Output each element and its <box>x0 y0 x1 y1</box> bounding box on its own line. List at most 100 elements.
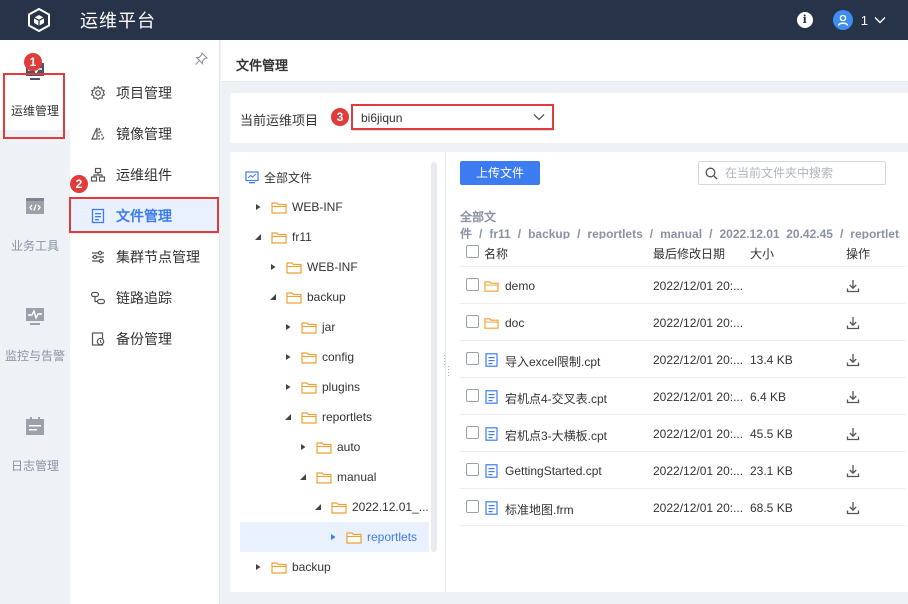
row-checkbox[interactable] <box>466 389 479 402</box>
avatar[interactable] <box>832 10 853 30</box>
user-name[interactable]: 1 <box>861 13 868 28</box>
tree-node[interactable]: backup <box>268 282 346 312</box>
pin-icon[interactable] <box>194 52 208 66</box>
menu-item-backup[interactable]: 备份管理 <box>70 321 220 357</box>
row-checkbox[interactable] <box>466 500 479 513</box>
tree-toggle[interactable] <box>328 532 338 542</box>
table-row[interactable]: 宕机点3-大横板.cpt 2022/12/01 20:... 45.5 KB <box>460 415 906 452</box>
tree-toggle[interactable] <box>268 262 278 272</box>
table-row[interactable]: GettingStarted.cpt 2022/12/01 20:... 23.1 … <box>460 452 906 489</box>
file-name[interactable]: GettingStarted.cpt <box>505 464 645 478</box>
download-icon[interactable] <box>846 427 860 441</box>
user-icon <box>837 14 848 26</box>
tree-scrollbar[interactable] <box>431 162 437 552</box>
header-size[interactable]: 大小 <box>750 245 774 262</box>
trace-icon <box>90 291 106 305</box>
caret-right-icon[interactable] <box>284 383 292 391</box>
caret-right-icon[interactable] <box>284 323 292 331</box>
tree-node[interactable]: config <box>283 342 354 372</box>
tree-node[interactable]: reportlets <box>283 402 372 432</box>
folder-icon <box>286 261 302 274</box>
chevron-down-icon[interactable] <box>874 16 886 24</box>
tree-toggle[interactable] <box>283 322 293 332</box>
search-input[interactable] <box>725 162 883 184</box>
caret-right-icon[interactable] <box>329 533 337 541</box>
tree-toggle[interactable] <box>313 502 323 512</box>
tree-toggle[interactable] <box>283 412 293 422</box>
caret-open-icon[interactable] <box>284 413 292 421</box>
tree-node-root[interactable]: 全部文件 <box>245 162 312 192</box>
panel-splitter[interactable] <box>445 152 446 592</box>
row-checkbox[interactable] <box>466 352 479 365</box>
project-select[interactable]: bi6jiqun <box>352 105 554 131</box>
caret-right-icon[interactable] <box>284 353 292 361</box>
tree-toggle[interactable] <box>298 442 308 452</box>
tree-toggle[interactable] <box>298 472 308 482</box>
tree-node[interactable]: plugins <box>283 372 360 402</box>
rail-item-logs[interactable]: 日志管理 <box>0 395 70 485</box>
file-name[interactable]: 宕机点4-交叉表.cpt <box>505 390 645 407</box>
download-icon[interactable] <box>846 464 860 478</box>
info-icon[interactable]: i <box>796 12 813 28</box>
caret-right-icon[interactable] <box>269 263 277 271</box>
menu-collapse-handle[interactable]: · · · · <box>443 351 446 369</box>
caret-open-icon[interactable] <box>299 473 307 481</box>
row-checkbox[interactable] <box>466 278 479 291</box>
menu-item-files[interactable]: 文件管理 <box>70 198 220 234</box>
caret-open-icon[interactable] <box>314 503 322 511</box>
download-icon[interactable] <box>846 501 860 515</box>
tree-node[interactable]: backup <box>253 552 331 582</box>
tree-toggle[interactable] <box>253 562 263 572</box>
header-name[interactable]: 名称 <box>484 245 508 262</box>
caret-right-icon[interactable] <box>299 443 307 451</box>
menu-item-trace[interactable]: 链路追踪 <box>70 280 220 316</box>
tree-node[interactable]: WEB-INF <box>253 192 343 222</box>
tree-toggle[interactable] <box>268 292 278 302</box>
table-row[interactable]: 标准地图.frm 2022/12/01 20:... 68.5 KB <box>460 489 906 526</box>
file-name[interactable]: 标准地图.frm <box>505 501 645 518</box>
splitter-handle[interactable]: · · · · <box>447 362 450 380</box>
rail-item-monitor[interactable]: 监控与告警 <box>0 285 70 375</box>
file-name[interactable]: demo <box>505 279 645 293</box>
table-row[interactable]: demo 2022/12/01 20:... <box>460 267 906 304</box>
tree-toggle[interactable] <box>253 232 263 242</box>
tree-node[interactable]: WEB-INF <box>268 252 358 282</box>
tree-node[interactable]: jar <box>283 312 335 342</box>
select-all-checkbox[interactable] <box>466 245 479 258</box>
row-checkbox[interactable] <box>466 463 479 476</box>
table-row[interactable]: 导入excel限制.cpt 2022/12/01 20:... 13.4 KB <box>460 341 906 378</box>
tree-node[interactable]: manual <box>298 462 376 492</box>
file-modified: 2022/12/01 20:... <box>653 353 744 367</box>
upload-file-button[interactable]: 上传文件 <box>460 161 540 185</box>
tree-toggle[interactable] <box>283 382 293 392</box>
download-icon[interactable] <box>846 390 860 404</box>
file-name[interactable]: doc <box>505 316 645 330</box>
tree-toggle[interactable] <box>253 202 263 212</box>
tree-node-selected[interactable]: reportlets <box>240 522 429 552</box>
table-row[interactable]: doc 2022/12/01 20:... <box>460 304 906 341</box>
tree-node[interactable]: 2022.12.01_... <box>313 492 429 522</box>
file-name[interactable]: 导入excel限制.cpt <box>505 353 645 370</box>
folder-icon <box>301 321 317 334</box>
caret-right-icon[interactable] <box>254 563 262 571</box>
tree-toggle[interactable] <box>283 352 293 362</box>
tree-node[interactable]: fr11 <box>253 222 312 252</box>
row-checkbox[interactable] <box>466 426 479 439</box>
caret-right-icon[interactable] <box>254 203 262 211</box>
header-modified[interactable]: 最后修改日期 <box>653 245 725 262</box>
caret-open-icon[interactable] <box>254 233 262 241</box>
menu-item-project[interactable]: 项目管理 <box>70 75 220 111</box>
menu-item-components[interactable]: 运维组件 <box>70 157 220 193</box>
download-icon[interactable] <box>846 316 860 330</box>
file-name[interactable]: 宕机点3-大横板.cpt <box>505 427 645 444</box>
menu-item-cluster[interactable]: 集群节点管理 <box>70 239 220 275</box>
rail-item-tools[interactable]: 业务工具 <box>0 175 70 265</box>
tree-node[interactable]: auto <box>298 432 360 462</box>
table-row[interactable]: 宕机点4-交叉表.cpt 2022/12/01 20:... 6.4 KB <box>460 378 906 415</box>
caret-open-icon[interactable] <box>269 293 277 301</box>
backup-icon <box>91 332 105 346</box>
row-checkbox[interactable] <box>466 315 479 328</box>
menu-item-mirror[interactable]: 镜像管理 <box>70 116 220 152</box>
download-icon[interactable] <box>846 353 860 367</box>
download-icon[interactable] <box>846 279 860 293</box>
